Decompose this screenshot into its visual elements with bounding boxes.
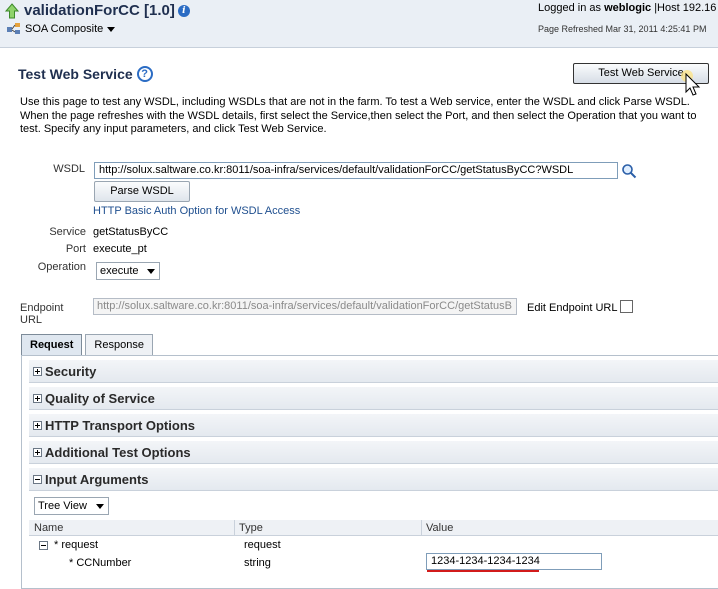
help-icon[interactable]: ? [136, 66, 153, 82]
mouse-cursor-icon [681, 70, 701, 96]
section-quality-of-service[interactable]: Quality of Service [29, 387, 718, 410]
wsdl-input[interactable]: http://solux.saltware.co.kr:8011/soa-inf… [94, 162, 618, 179]
column-divider [234, 520, 235, 536]
expand-icon[interactable] [33, 366, 42, 376]
endpoint-url-label: Endpoint URL [20, 302, 64, 326]
composite-menu[interactable]: SOA Composite [6, 22, 116, 36]
search-icon[interactable] [621, 163, 637, 179]
section-title: Additional Test Options [45, 444, 191, 460]
section-additional-test-options[interactable]: Additional Test Options [29, 441, 718, 464]
tab-request[interactable]: Request [21, 334, 83, 356]
parse-wsdl-button[interactable]: Parse WSDL [94, 181, 190, 202]
expand-icon[interactable] [33, 420, 42, 430]
page-title-text: Test Web Service [18, 66, 133, 82]
wsdl-label: WSDL [53, 163, 85, 175]
edit-endpoint-checkbox[interactable] [620, 300, 633, 313]
expand-icon[interactable] [33, 447, 42, 457]
column-divider [421, 520, 422, 536]
user-name[interactable]: weblogic [604, 2, 651, 14]
section-title: Input Arguments [45, 471, 149, 487]
section-title: HTTP Transport Options [45, 417, 195, 433]
chevron-down-icon [147, 269, 155, 274]
info-icon[interactable]: i [177, 4, 190, 17]
highlight-underline [427, 570, 539, 572]
expand-icon[interactable] [33, 393, 42, 403]
chevron-down-icon[interactable] [107, 26, 116, 32]
section-http-transport-options[interactable]: HTTP Transport Options [29, 414, 718, 437]
operation-select-value: execute [100, 265, 139, 277]
http-basic-auth-link[interactable]: HTTP Basic Auth Option for WSDL Access [93, 205, 300, 217]
service-value: getStatusByCC [93, 226, 169, 238]
endpoint-url-input: http://solux.saltware.co.kr:8011/soa-inf… [93, 298, 517, 315]
ccnumber-value-input[interactable]: 1234-1234-1234-1234 [426, 553, 602, 570]
view-select[interactable]: Tree View [34, 497, 109, 515]
host-label: Host 192.16 [657, 2, 717, 14]
view-select-value: Tree View [38, 500, 87, 512]
logged-in-prefix: Logged in as [538, 2, 601, 14]
service-label: Service [49, 226, 86, 238]
section-security[interactable]: Security [29, 360, 718, 383]
section-input-arguments[interactable]: Input Arguments [29, 468, 718, 491]
column-type: Type [239, 522, 263, 534]
soa-composite-label[interactable]: SOA Composite [25, 23, 103, 35]
request-response-tabs: Request Response [21, 334, 156, 356]
port-label: Port [65, 243, 86, 255]
intro-text: Use this page to test any WSDL, includin… [20, 96, 697, 135]
port-value: execute_pt [93, 243, 147, 255]
edit-endpoint-label: Edit Endpoint URL [527, 302, 618, 314]
collapse-icon[interactable] [33, 474, 42, 484]
soa-composite-icon [7, 23, 20, 34]
arg-name: * CCNumber [69, 557, 132, 569]
arg-type: string [244, 557, 271, 569]
collapse-icon[interactable] [39, 541, 48, 550]
up-arrow-icon[interactable] [4, 2, 20, 19]
composite-title: validationForCC [1.0] [24, 2, 175, 19]
title-row: validationForCC [1.0] i [4, 2, 190, 19]
section-title: Security [45, 363, 97, 379]
page-refreshed: Page Refreshed Mar 31, 2011 4:25:41 PM [538, 24, 707, 34]
chevron-down-icon [96, 504, 104, 509]
column-value: Value [426, 522, 454, 534]
arguments-table-header: Name Type Value [29, 520, 718, 536]
arg-name: * request [54, 539, 99, 551]
header-bar: validationForCC [1.0] i SOA Composite Lo… [0, 0, 718, 48]
operation-label: Operation [37, 261, 86, 273]
operation-select[interactable]: execute [96, 262, 160, 280]
column-name: Name [34, 522, 64, 534]
request-panel: Security Quality of Service HTTP Transpo… [21, 355, 718, 589]
tab-response[interactable]: Response [85, 334, 153, 356]
login-info: Logged in as weblogic |Host 192.16 [538, 2, 716, 14]
page-title: Test Web Service ? [18, 66, 153, 82]
section-title: Quality of Service [45, 390, 155, 406]
arg-type: request [244, 539, 281, 551]
